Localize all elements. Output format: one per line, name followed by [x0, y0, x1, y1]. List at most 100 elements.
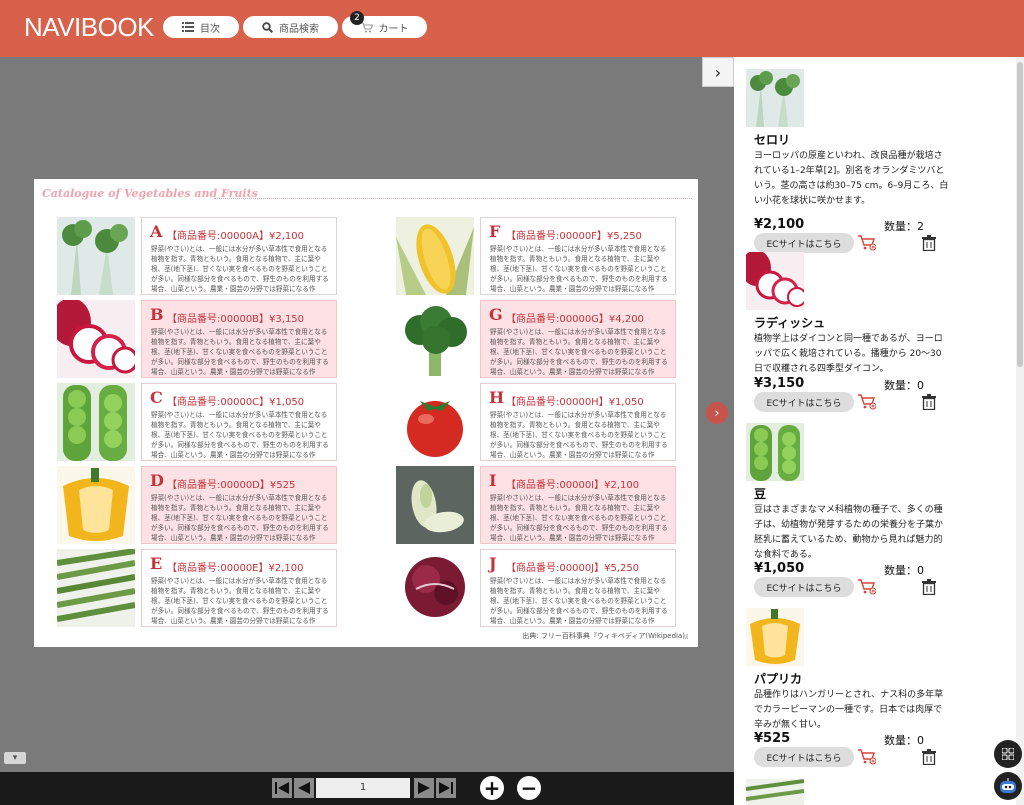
cart-panel: セロリ ヨーロッパの原産といわれ、改良品種が栽培されている1–2年草[2]。別名… [734, 57, 1024, 805]
product-card-c: C 【商品番号:00000C】¥1,050 野菜(やさい)とは、一般には水分が多… [141, 383, 337, 461]
cart-item-price: ¥3,150 [754, 376, 805, 391]
prev-page-button[interactable] [294, 778, 314, 798]
navibook-logo[interactable]: NAVIBOOK [24, 12, 154, 43]
product-name: 【商品番号:00000A】¥2,100 [167, 231, 305, 242]
cart-item: 豆 豆はさまざまなマメ科植物の種子で、多くの種子は、幼植物が発芽するための栄養分… [746, 423, 1016, 607]
asparagus-thumbnail [746, 779, 804, 805]
chevron-right-icon: › [714, 62, 722, 82]
product-row-f[interactable]: F 【商品番号:00000F】¥5,250 野菜(やさい)とは、一般には水分が多… [396, 217, 678, 295]
prev-page-icon [298, 782, 310, 794]
product-card-j: J 【商品番号:00000J】¥5,250 野菜(やさい)とは、一般には水分が多… [480, 549, 676, 627]
broccoli-image [396, 300, 474, 378]
product-letter: A [150, 222, 163, 241]
endive-image [396, 466, 474, 544]
product-card-d: D 【商品番号:00000D】¥525 野菜(やさい)とは、一般には水分が多い草… [141, 466, 337, 544]
product-card-h: H 【商品番号:00000H】¥1,050 野菜(やさい)とは、一般には水分が多… [480, 383, 676, 461]
product-description: 野菜(やさい)とは、一般には水分が多い草本性で食用となる植物を指す。青物ともいう… [151, 577, 329, 625]
chatbot-icon [1000, 778, 1016, 793]
radish-thumbnail [746, 252, 804, 310]
product-description: 野菜(やさい)とは、一般には水分が多い草本性で食用となる植物を指す。青物ともいう… [490, 245, 668, 293]
product-description: 野菜(やさい)とは、一般には水分が多い草本性で食用となる植物を指す。青物ともいう… [490, 411, 668, 459]
add-to-cart-icon[interactable] [858, 749, 876, 765]
panel-toggle-button[interactable]: › [702, 57, 734, 87]
catalog-page: Catalogue of Vegetables and Fruits A 【商品… [34, 179, 698, 647]
ec-site-button[interactable]: ECサイトはこちら [754, 577, 854, 597]
add-to-cart-icon[interactable] [858, 394, 876, 410]
product-name: 【商品番号:00000B】¥3,150 [167, 314, 305, 325]
cart-item-name: セロリ [754, 133, 791, 147]
radicchio-image [396, 549, 474, 627]
corn-image [396, 217, 474, 295]
product-row-c[interactable]: C 【商品番号:00000C】¥1,050 野菜(やさい)とは、一般には水分が多… [57, 383, 339, 461]
cart-item-description: 植物学上はダイコンと同一種であるが、ヨーロッパで広く栽培されている。播種から 2… [754, 334, 943, 374]
next-page-button[interactable] [414, 778, 434, 798]
product-row-a[interactable]: A 【商品番号:00000A】¥2,100 野菜(やさい)とは、一般には水分が多… [57, 217, 339, 295]
trash-icon[interactable] [922, 749, 936, 765]
product-row-d[interactable]: D 【商品番号:00000D】¥525 野菜(やさい)とは、一般には水分が多い草… [57, 466, 339, 544]
cart-item-quantity: 数量：0 [884, 564, 924, 577]
product-name: 【商品番号:00000E】¥2,100 [167, 563, 304, 574]
product-row-g[interactable]: G 【商品番号:00000G】¥4,200 野菜(やさい)とは、一般には水分が多… [396, 300, 678, 378]
product-description: 野菜(やさい)とは、一般には水分が多い草本性で食用となる植物を指す。青物ともいう… [151, 328, 329, 376]
scrollbar-thumb[interactable] [1017, 62, 1023, 367]
cart-item-price: ¥1,050 [754, 561, 805, 576]
product-row-e[interactable]: E 【商品番号:00000E】¥2,100 野菜(やさい)とは、一般には水分が多… [57, 549, 339, 627]
product-card-i: I 【商品番号:00000I】¥2,100 野菜(やさい)とは、一般には水分が多… [480, 466, 676, 544]
asparagus-image [57, 549, 135, 627]
cart-item-description: ヨーロッパの原産といわれ、改良品種が栽培されている1–2年草[2]。別名をオラン… [754, 151, 949, 206]
list-icon [182, 22, 194, 32]
cart-item-price: ¥525 [754, 731, 791, 746]
last-page-button[interactable] [436, 778, 456, 798]
trash-icon[interactable] [922, 235, 936, 251]
search-icon [262, 21, 273, 33]
ec-site-button[interactable]: ECサイトはこちら [754, 747, 854, 767]
product-row-b[interactable]: B 【商品番号:00000B】¥3,150 野菜(やさい)とは、一般には水分が多… [57, 300, 339, 378]
zoom-in-button[interactable]: + [480, 776, 504, 800]
product-name: 【商品番号:00000C】¥1,050 [167, 397, 305, 408]
product-description: 野菜(やさい)とは、一般には水分が多い草本性で食用となる植物を指す。青物ともいう… [490, 577, 668, 625]
celery-image [57, 217, 135, 295]
paprika-thumbnail [746, 608, 804, 666]
trash-icon[interactable] [922, 394, 936, 410]
ec-site-button[interactable]: ECサイトはこちら [754, 392, 854, 412]
product-card-g: G 【商品番号:00000G】¥4,200 野菜(やさい)とは、一般には水分が多… [480, 300, 676, 378]
product-card-b: B 【商品番号:00000B】¥3,150 野菜(やさい)とは、一般には水分が多… [141, 300, 337, 378]
first-page-icon [275, 782, 289, 794]
chevron-right-icon: › [714, 405, 720, 421]
first-page-button[interactable] [272, 778, 292, 798]
product-letter: F [489, 222, 501, 241]
chatbot-button[interactable] [994, 772, 1022, 800]
product-letter: C [150, 388, 163, 407]
page-number-input[interactable]: 1 [316, 778, 410, 798]
product-description: 野菜(やさい)とは、一般には水分が多い草本性で食用となる植物を指す。青物ともいう… [490, 494, 668, 542]
tomato-image [396, 383, 474, 461]
chevron-down-icon: ▾ [12, 753, 18, 763]
product-name: 【商品番号:00000J】¥5,250 [506, 563, 640, 574]
add-to-cart-icon[interactable] [858, 235, 876, 251]
product-row-h[interactable]: H 【商品番号:00000H】¥1,050 野菜(やさい)とは、一般には水分が多… [396, 383, 678, 461]
ec-site-button[interactable]: ECサイトはこちら [754, 233, 854, 253]
zoom-out-button[interactable]: − [517, 776, 541, 800]
product-row-j[interactable]: J 【商品番号:00000J】¥5,250 野菜(やさい)とは、一般には水分が多… [396, 549, 678, 627]
product-letter: G [489, 305, 503, 324]
product-search-button[interactable]: 商品検索 [243, 16, 338, 38]
app-header: NAVIBOOK 目次 商品検索 カート 2 [0, 0, 1024, 57]
expand-thumbnails-button[interactable]: ▾ [4, 752, 26, 764]
cart-item-price: ¥2,100 [754, 217, 805, 232]
toc-button[interactable]: 目次 [163, 16, 239, 38]
add-to-cart-icon[interactable] [858, 579, 876, 595]
product-description: 野菜(やさい)とは、一般には水分が多い草本性で食用となる植物を指す。青物ともいう… [151, 245, 329, 293]
plus-icon: + [483, 776, 501, 800]
next-page-arrow[interactable]: › [706, 402, 728, 424]
cart-item-description: 豆はさまざまなマメ科植物の種子で、多くの種子は、幼植物が発芽するための栄養分を子… [754, 505, 944, 560]
product-row-i[interactable]: I 【商品番号:00000I】¥2,100 野菜(やさい)とは、一般には水分が多… [396, 466, 678, 544]
cart-count-badge: 2 [350, 11, 364, 25]
menu-grid-button[interactable] [994, 740, 1022, 768]
product-name: 【商品番号:00000H】¥1,050 [506, 397, 644, 408]
cart-item-name: 豆 [754, 487, 767, 501]
product-name: 【商品番号:00000F】¥5,250 [506, 231, 642, 242]
cart-item-quantity: 数量：0 [884, 734, 924, 747]
product-name: 【商品番号:00000I】¥2,100 [506, 480, 640, 491]
trash-icon[interactable] [922, 579, 936, 595]
beans-thumbnail [746, 423, 804, 481]
